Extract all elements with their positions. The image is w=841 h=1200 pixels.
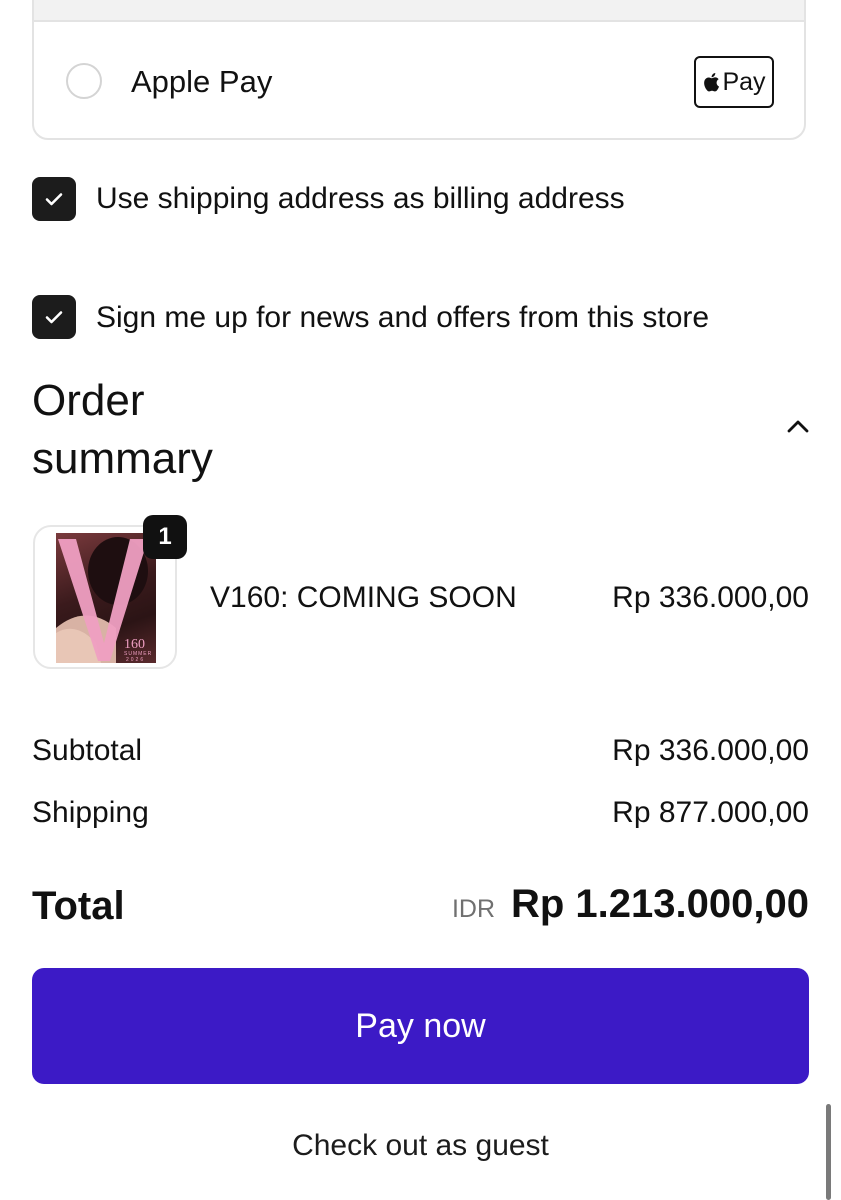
order-summary-title[interactable]: Order summary <box>32 372 292 488</box>
currency-code: IDR <box>451 895 495 923</box>
total-label: Total <box>32 884 125 928</box>
checkmark-icon <box>45 311 63 324</box>
apple-pay-badge: Pay <box>694 56 774 108</box>
payment-method-card[interactable]: Apple Pay Pay <box>32 0 806 140</box>
billing-address-checkbox[interactable] <box>32 177 76 221</box>
apple-logo-icon <box>704 73 720 92</box>
product-price: Rp 336.000,00 <box>612 581 809 614</box>
scrollbar[interactable] <box>826 1104 831 1200</box>
apple-pay-badge-text: Pay <box>722 67 766 96</box>
newsletter-checkbox[interactable] <box>32 295 76 339</box>
pay-now-button[interactable]: Pay now <box>32 968 809 1084</box>
quantity-badge: 1 <box>143 515 187 559</box>
checkmark-icon <box>45 193 63 206</box>
total-amount-group: IDR Rp 1.213.000,00 <box>452 882 809 927</box>
magazine-cover-image: 160 SUMMER 2026 <box>56 533 156 663</box>
cover-issue-number: 160 <box>124 637 145 652</box>
apple-pay-radio[interactable] <box>66 63 102 99</box>
total-value: Rp 1.213.000,00 <box>511 882 809 926</box>
billing-address-label: Use shipping address as billing address <box>96 182 625 215</box>
shipping-label: Shipping <box>32 796 149 829</box>
chevron-up-icon[interactable] <box>784 416 812 438</box>
product-name: V160: COMING SOON <box>210 581 517 614</box>
shipping-value: Rp 877.000,00 <box>612 796 809 829</box>
guest-checkout-link[interactable]: Check out as guest <box>0 1128 841 1164</box>
previous-option-divider <box>34 0 804 22</box>
cover-year: 2026 <box>126 657 145 663</box>
subtotal-label: Subtotal <box>32 734 143 767</box>
subtotal-value: Rp 336.000,00 <box>612 734 809 767</box>
newsletter-label: Sign me up for news and offers from this… <box>96 301 710 334</box>
apple-pay-label: Apple Pay <box>131 64 273 99</box>
